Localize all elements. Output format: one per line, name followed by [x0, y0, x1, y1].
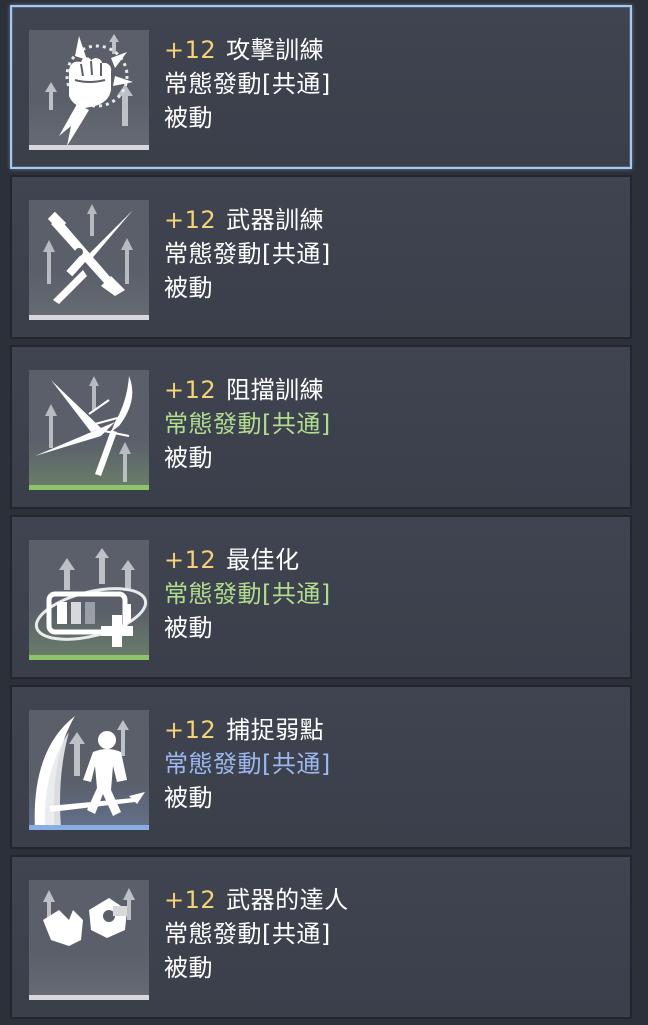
skill-title: +12 最佳化: [164, 543, 331, 577]
skill-name: 最佳化: [226, 546, 300, 574]
fist-icon: [45, 34, 133, 146]
skill-icon-frame: [29, 540, 149, 660]
skill-type: 被動: [164, 954, 213, 982]
skill-title: +12 攻擊訓練: [164, 33, 331, 67]
skill-level: +12: [164, 716, 217, 744]
skill-trigger: 常態發動[共通]: [164, 70, 331, 98]
skill-icon-frame: [29, 30, 149, 150]
skill-card-block-training[interactable]: +12 阻擋訓練 常態發動[共通] 被動: [10, 345, 632, 509]
skill-level: +12: [164, 376, 217, 404]
skill-title: +12 武器訓練: [164, 203, 331, 237]
skill-trigger: 常態發動[共通]: [164, 410, 331, 438]
skill-level: +12: [164, 546, 217, 574]
skill-type: 被動: [164, 784, 213, 812]
skill-level: +12: [164, 36, 217, 64]
skill-name: 武器訓練: [226, 206, 325, 234]
skill-name: 阻擋訓練: [226, 376, 325, 404]
skill-name: 捕捉弱點: [226, 716, 325, 744]
skill-card-optimization[interactable]: +12 最佳化 常態發動[共通] 被動: [10, 515, 632, 679]
slash-fighter-icon: [34, 716, 145, 830]
gauntlet-icon: [43, 888, 135, 946]
skill-name: 攻擊訓練: [226, 36, 325, 64]
skill-title: +12 捕捉弱點: [164, 713, 331, 747]
skill-card-weapon-master[interactable]: +12 武器的達人 常態發動[共通] 被動: [10, 855, 632, 1019]
skill-level: +12: [164, 206, 217, 234]
skill-card-catch-weakness[interactable]: +12 捕捉弱點 常態發動[共通] 被動: [10, 685, 632, 849]
skill-trigger: 常態發動[共通]: [164, 920, 331, 948]
skill-list: +12 攻擊訓練 常態發動[共通] 被動 +12 武器訓練 常態發動[共通] 被…: [10, 5, 632, 1025]
crossed-weapons-icon: [43, 204, 133, 304]
skill-card-weapon-training[interactable]: +12 武器訓練 常態發動[共通] 被動: [10, 175, 632, 339]
skill-type: 被動: [164, 104, 213, 132]
skill-trigger: 常態發動[共通]: [164, 580, 331, 608]
skill-type: 被動: [164, 274, 213, 302]
skill-icon-frame: [29, 880, 149, 1000]
skill-icon-frame: [29, 710, 149, 830]
battery-plus-icon: [34, 548, 148, 647]
skill-title: +12 阻擋訓練: [164, 373, 331, 407]
skill-card-attack-training[interactable]: +12 攻擊訓練 常態發動[共通] 被動: [10, 5, 632, 169]
skill-type: 被動: [164, 614, 213, 642]
skill-icon-frame: [29, 370, 149, 490]
skill-title: +12 武器的達人: [164, 883, 349, 917]
skill-name: 武器的達人: [226, 886, 349, 914]
sword-block-icon: [35, 376, 133, 482]
skill-type: 被動: [164, 444, 213, 472]
skill-icon-frame: [29, 200, 149, 320]
skill-level: +12: [164, 886, 217, 914]
skill-trigger: 常態發動[共通]: [164, 750, 331, 778]
skill-trigger: 常態發動[共通]: [164, 240, 331, 268]
